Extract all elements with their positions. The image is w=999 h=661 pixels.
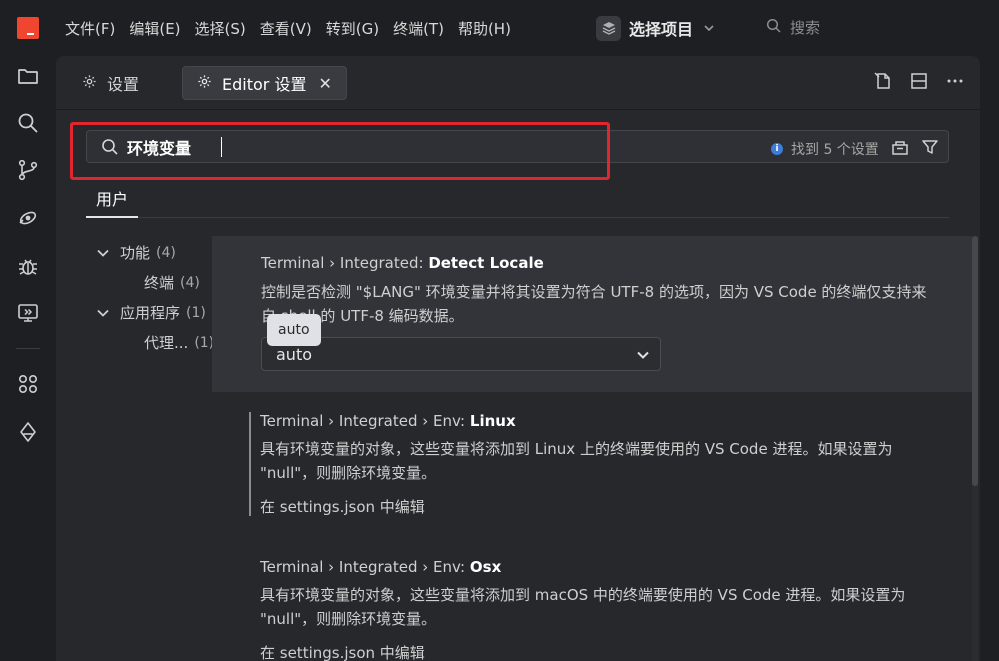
settings-list: Terminal › Integrated: Detect Locale 控制是… xyxy=(212,236,976,661)
chevron-down-icon xyxy=(703,19,715,38)
tab-editor-settings-label: Editor 设置 xyxy=(222,75,307,94)
select-value: auto xyxy=(276,345,313,364)
activity-separator xyxy=(16,348,40,349)
activity-bar xyxy=(0,56,56,661)
project-selector[interactable]: 选择项目 xyxy=(596,15,715,41)
explorer-icon[interactable] xyxy=(16,64,40,88)
extensions-icon[interactable] xyxy=(16,372,40,396)
tab-bar: 设置 Editor 设置 ✕ xyxy=(56,56,980,110)
open-settings-json-icon[interactable] xyxy=(872,70,894,92)
menu-terminal[interactable]: 终端(T) xyxy=(386,18,451,39)
setting-name: Detect Locale xyxy=(428,254,544,272)
setting-category: Terminal › Integrated › Env: xyxy=(260,412,470,430)
settings-editor: 设置 Editor 设置 ✕ i xyxy=(56,56,980,661)
toc-label: 功能 xyxy=(120,244,151,262)
menu-edit[interactable]: 编辑(E) xyxy=(122,18,187,39)
setting-title: Terminal › Integrated › Env: Linux xyxy=(260,412,516,430)
tab-settings-label: 设置 xyxy=(107,75,140,94)
remote-window-icon[interactable] xyxy=(16,301,40,325)
menu-help[interactable]: 帮助(H) xyxy=(451,18,518,39)
flask-icon[interactable] xyxy=(16,420,40,444)
info-icon: i xyxy=(771,143,783,155)
setting-title: Terminal › Integrated › Env: Osx xyxy=(260,558,501,576)
tab-editor-settings[interactable]: Editor 设置 ✕ xyxy=(182,66,347,100)
split-editor-icon[interactable] xyxy=(908,70,930,92)
settings-search: i 找到 5 个设置 xyxy=(86,130,949,163)
close-icon[interactable]: ✕ xyxy=(318,74,331,93)
setting-detect-locale[interactable]: Terminal › Integrated: Detect Locale 控制是… xyxy=(212,236,976,392)
setting-name: Osx xyxy=(469,558,502,576)
setting-name: Linux xyxy=(469,412,516,430)
toc-label: 代理... xyxy=(144,334,189,352)
text-caret xyxy=(221,137,222,157)
detect-locale-select[interactable]: auto xyxy=(261,337,661,371)
setting-env-linux[interactable]: Terminal › Integrated › Env: Linux 具有环境变… xyxy=(212,392,976,538)
more-actions-icon[interactable] xyxy=(944,70,966,92)
tab-settings[interactable]: 设置 xyxy=(68,66,153,100)
edit-in-settings-json-link[interactable]: 在 settings.json 中编辑 xyxy=(260,496,425,517)
title-bar: 文件(F) 编辑(E) 选择(S) 查看(V) 转到(G) 终端(T) 帮助(H… xyxy=(0,0,999,56)
chevron-down-icon xyxy=(97,309,109,317)
toc-label: 应用程序 xyxy=(120,304,181,322)
menu-go[interactable]: 转到(G) xyxy=(319,18,386,39)
editor-actions xyxy=(872,70,980,92)
global-search[interactable]: 搜索 xyxy=(766,17,820,38)
clear-filter-icon[interactable] xyxy=(891,138,909,160)
select-tooltip: auto xyxy=(267,314,321,346)
toc-item-terminal[interactable]: 终端 (4) xyxy=(144,272,200,293)
menu-view[interactable]: 查看(V) xyxy=(253,18,319,39)
toc-count: (4) xyxy=(156,244,176,261)
toc-count: (1) xyxy=(186,304,206,321)
scope-tabs: 用户 xyxy=(86,178,949,218)
layers-icon xyxy=(596,15,621,41)
global-search-placeholder: 搜索 xyxy=(790,19,821,37)
chevron-down-icon xyxy=(636,347,650,366)
setting-title: Terminal › Integrated: Detect Locale xyxy=(261,254,544,272)
setting-category: Terminal › Integrated › Env: xyxy=(260,558,470,576)
filter-icon[interactable] xyxy=(921,138,939,160)
menu-selection[interactable]: 选择(S) xyxy=(188,18,253,39)
search-icon[interactable] xyxy=(16,111,40,135)
results-count: 找到 5 个设置 xyxy=(791,142,879,158)
setting-description: 具有环境变量的对象，这些变量将添加到 Linux 上的终端要使用的 VS Cod… xyxy=(260,440,893,482)
toc-item-application[interactable]: 应用程序 (1) xyxy=(96,302,206,323)
project-label: 选择项目 xyxy=(629,20,694,39)
chevron-down-icon xyxy=(97,249,109,257)
toc-item-proxy[interactable]: 代理... (1) xyxy=(144,332,214,353)
edit-in-settings-json-link[interactable]: 在 settings.json 中编辑 xyxy=(260,642,425,661)
setting-category: Terminal › Integrated: xyxy=(261,254,429,272)
tab-user[interactable]: 用户 xyxy=(86,178,139,218)
remote-explorer-icon[interactable] xyxy=(16,206,40,230)
scrollbar-thumb[interactable] xyxy=(972,236,978,486)
setting-description: 控制是否检测 "$LANG" 环境变量并将其设置为符合 UTF-8 的选项，因为… xyxy=(261,283,927,325)
setting-description: 具有环境变量的对象，这些变量将添加到 macOS 中的终端要使用的 VS Cod… xyxy=(260,586,906,628)
gear-icon xyxy=(82,74,97,93)
toc-count: (4) xyxy=(180,274,200,291)
gear-icon xyxy=(197,74,212,93)
source-control-icon[interactable] xyxy=(16,158,40,182)
settings-search-input[interactable] xyxy=(127,134,727,160)
toc-item-features[interactable]: 功能 (4) xyxy=(96,242,176,263)
search-icon xyxy=(101,138,119,160)
toc-label: 终端 xyxy=(144,274,175,292)
app-logo[interactable] xyxy=(17,17,39,39)
setting-env-osx[interactable]: Terminal › Integrated › Env: Osx 具有环境变量的… xyxy=(212,538,976,661)
debug-icon[interactable] xyxy=(16,254,40,278)
search-results: i 找到 5 个设置 xyxy=(771,138,939,160)
menu-file[interactable]: 文件(F) xyxy=(58,18,122,39)
search-icon xyxy=(766,18,782,38)
menu-bar: 文件(F) 编辑(E) 选择(S) 查看(V) 转到(G) 终端(T) 帮助(H… xyxy=(58,0,518,56)
